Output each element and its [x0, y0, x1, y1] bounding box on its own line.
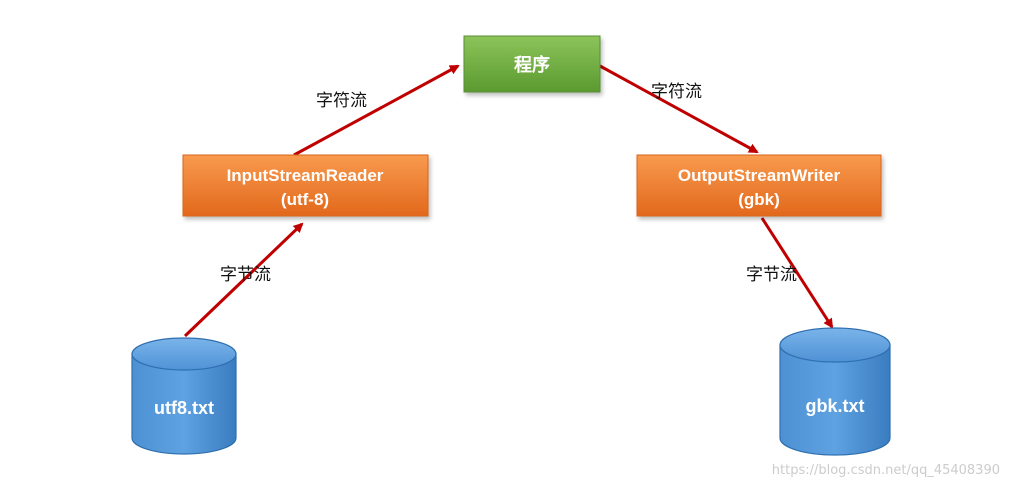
source-file-cylinder	[131, 337, 237, 455]
output-stream-writer-title: OutputStreamWriter	[678, 166, 841, 185]
edge-label-source-to-reader: 字节流	[220, 265, 271, 285]
edge-label-writer-to-target: 字节流	[746, 265, 797, 285]
input-stream-reader-encoding: (utf-8)	[281, 190, 329, 209]
program-label: 程序	[514, 54, 550, 75]
watermark-text: https://blog.csdn.net/qq_45408390	[772, 463, 1000, 478]
edge-label-program-to-writer: 字符流	[651, 82, 702, 102]
target-file-cylinder	[779, 327, 891, 456]
source-file-label: utf8.txt	[154, 398, 214, 418]
target-file-label: gbk.txt	[805, 396, 864, 416]
flow-diagram: 程序 InputStreamReader (utf-8) OutputStrea…	[131, 35, 1000, 478]
input-stream-reader-title: InputStreamReader	[227, 166, 384, 185]
edge-label-reader-to-program: 字符流	[316, 91, 367, 111]
output-stream-writer-encoding: (gbk)	[738, 190, 780, 209]
arrow-program-to-writer	[599, 64, 759, 154]
